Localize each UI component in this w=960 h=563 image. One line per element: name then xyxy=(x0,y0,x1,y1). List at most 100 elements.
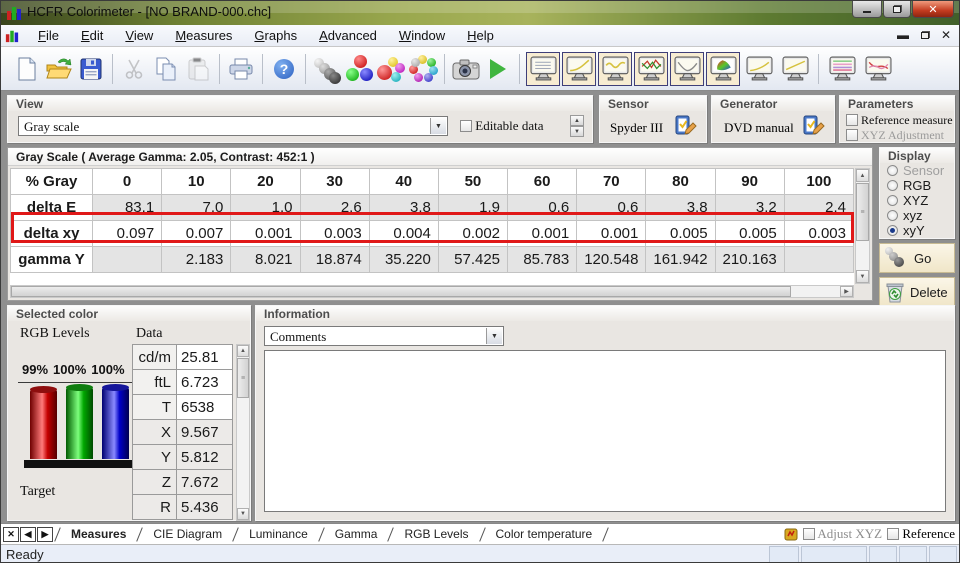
tab-gamma[interactable]: Gamma xyxy=(322,525,391,543)
tab-prev-button[interactable]: ◀ xyxy=(20,527,36,542)
gamma-view-toggle[interactable] xyxy=(562,52,596,86)
cie-diagram-view-toggle[interactable] xyxy=(706,52,740,86)
gamma-alt-view-toggle[interactable] xyxy=(778,52,812,86)
scroll-down-icon[interactable]: ▼ xyxy=(237,508,249,520)
comments-textarea[interactable] xyxy=(264,350,946,512)
cell[interactable]: 57.425 xyxy=(438,247,507,273)
cell[interactable]: 18.874 xyxy=(300,247,369,273)
vscroll-thumb[interactable]: ≡ xyxy=(237,358,249,398)
cell[interactable]: 0.005 xyxy=(646,221,715,247)
menu-window[interactable]: Window xyxy=(388,26,456,45)
mdi-restore-button[interactable] xyxy=(921,32,929,39)
information-select[interactable]: Comments ▼ xyxy=(264,326,504,346)
data-row-value[interactable]: 6.723 xyxy=(177,370,233,395)
cell[interactable]: 0.004 xyxy=(369,221,438,247)
tab-luminance[interactable]: Luminance xyxy=(236,525,321,543)
scroll-up-icon[interactable]: ▲ xyxy=(237,345,249,357)
table-vscrollbar[interactable]: ▲ ≡ ▼ xyxy=(855,168,870,284)
cell[interactable]: 1.9 xyxy=(438,195,507,221)
rgb-levels-view-toggle[interactable] xyxy=(634,52,668,86)
cell[interactable] xyxy=(93,247,162,273)
tab-close-button[interactable]: ✕ xyxy=(3,527,19,542)
cell[interactable]: 0.005 xyxy=(715,221,784,247)
cell[interactable]: 2.6 xyxy=(300,195,369,221)
cell[interactable]: 210.163 xyxy=(715,247,784,273)
cell[interactable]: 0.001 xyxy=(231,221,300,247)
measure-color-circle-button[interactable] xyxy=(407,53,439,85)
title-bar[interactable]: HCFR Colorimeter - [NO BRAND-000.chc] ✕ xyxy=(1,1,959,25)
data-row-value[interactable]: 7.672 xyxy=(177,470,233,495)
delete-button[interactable]: Delete xyxy=(879,277,955,307)
cell[interactable]: 85.783 xyxy=(508,247,577,273)
help-button[interactable]: ? xyxy=(268,53,300,85)
spin-up-icon[interactable]: ▲ xyxy=(570,115,584,126)
measure-secondaries-button[interactable] xyxy=(375,53,407,85)
menu-graphs[interactable]: Graphs xyxy=(243,26,308,45)
menu-advanced[interactable]: Advanced xyxy=(308,26,388,45)
scroll-up-icon[interactable]: ▲ xyxy=(856,169,869,182)
view-spinner[interactable]: ▲ ▼ xyxy=(570,115,584,137)
menu-edit[interactable]: Edit xyxy=(70,26,114,45)
data-row-value[interactable]: 9.567 xyxy=(177,420,233,445)
cell[interactable]: 1.0 xyxy=(231,195,300,221)
data-row-value[interactable]: 6538 xyxy=(177,395,233,420)
reference-measure-checkbox[interactable]: Reference measure xyxy=(846,113,953,128)
go-button[interactable]: Go xyxy=(879,243,955,273)
menu-help[interactable]: Help xyxy=(456,26,505,45)
data-row-value[interactable]: 5.436 xyxy=(177,495,233,520)
cell[interactable]: 0.007 xyxy=(162,221,231,247)
luminance-alt-view-toggle[interactable] xyxy=(742,52,776,86)
luminance-view-toggle[interactable] xyxy=(598,52,632,86)
scroll-down-icon[interactable]: ▼ xyxy=(856,270,869,283)
tab-cie-diagram[interactable]: CIE Diagram xyxy=(140,525,235,543)
menu-view[interactable]: View xyxy=(114,26,164,45)
cell[interactable]: 8.021 xyxy=(231,247,300,273)
tab-next-button[interactable]: ▶ xyxy=(37,527,53,542)
tab-color-temperature[interactable]: Color temperature xyxy=(483,525,606,543)
cell[interactable]: 3.8 xyxy=(369,195,438,221)
vscroll-thumb[interactable]: ≡ xyxy=(856,183,869,241)
cell[interactable]: 2.183 xyxy=(162,247,231,273)
cell[interactable]: 0.6 xyxy=(577,195,646,221)
copy-button[interactable] xyxy=(150,53,182,85)
cell[interactable]: 0.001 xyxy=(577,221,646,247)
mdi-close-button[interactable]: ✕ xyxy=(941,28,951,42)
cell[interactable]: 161.942 xyxy=(646,247,715,273)
scroll-right-icon[interactable]: ▶ xyxy=(840,286,853,297)
cell[interactable] xyxy=(784,247,853,273)
tab-rgb-levels[interactable]: RGB Levels xyxy=(391,525,481,543)
history-view-toggle[interactable] xyxy=(825,52,859,86)
snapshot-button[interactable] xyxy=(450,53,482,85)
minimize-button[interactable] xyxy=(852,1,882,18)
mdi-minimize-button[interactable]: ▬ xyxy=(897,28,909,42)
cell[interactable]: 0.097 xyxy=(93,221,162,247)
cell[interactable]: 0.001 xyxy=(508,221,577,247)
close-button[interactable]: ✕ xyxy=(912,1,954,18)
cell[interactable]: 120.548 xyxy=(577,247,646,273)
menu-file[interactable]: File xyxy=(27,26,70,45)
save-button[interactable] xyxy=(75,53,107,85)
data-row-value[interactable]: 5.812 xyxy=(177,445,233,470)
cell[interactable]: 2.4 xyxy=(784,195,853,221)
radio-rgb[interactable]: RGB xyxy=(880,178,954,193)
measure-primaries-button[interactable] xyxy=(343,53,375,85)
chevron-down-icon[interactable]: ▼ xyxy=(486,328,502,344)
sensor-config-button[interactable] xyxy=(674,115,700,139)
measure-grayscale-button[interactable] xyxy=(311,53,343,85)
new-file-button[interactable] xyxy=(11,53,43,85)
radio-xyY[interactable]: xyY xyxy=(880,223,954,238)
color-temperature-view-toggle[interactable] xyxy=(670,52,704,86)
spin-down-icon[interactable]: ▼ xyxy=(570,126,584,137)
print-button[interactable] xyxy=(225,53,257,85)
chevron-down-icon[interactable]: ▼ xyxy=(430,118,446,134)
cell[interactable]: 83.1 xyxy=(93,195,162,221)
data-row-value[interactable]: 25.81 xyxy=(177,345,233,370)
radio-xyz-upper[interactable]: XYZ xyxy=(880,193,954,208)
cell[interactable]: 0.6 xyxy=(508,195,577,221)
editable-data-checkbox[interactable]: Editable data xyxy=(460,118,543,134)
tab-measures[interactable]: Measures xyxy=(58,525,139,543)
cell[interactable]: 3.2 xyxy=(715,195,784,221)
cell[interactable]: 0.003 xyxy=(784,221,853,247)
radio-xyz-lower[interactable]: xyz xyxy=(880,208,954,223)
tracking-view-toggle[interactable] xyxy=(861,52,895,86)
